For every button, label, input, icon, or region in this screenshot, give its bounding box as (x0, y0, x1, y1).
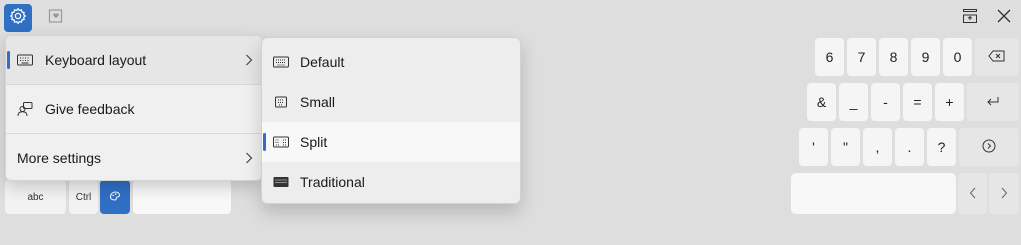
enter-icon (986, 94, 1000, 110)
menu-item-give-feedback[interactable]: Give feedback (6, 85, 262, 133)
key-8[interactable]: 8 (879, 38, 908, 76)
selection-indicator (263, 133, 266, 151)
ctrl-key-label: Ctrl (75, 191, 92, 203)
cursor-right-key[interactable] (989, 173, 1019, 214)
key-0[interactable]: 0 (943, 38, 972, 76)
selection-indicator (7, 51, 10, 69)
close-icon (996, 8, 1012, 29)
dock-top-icon (961, 7, 979, 30)
key-label: _ (849, 94, 858, 110)
emoji-key[interactable] (100, 180, 130, 214)
key-label: 8 (889, 49, 898, 65)
menu-item-more-settings[interactable]: More settings (6, 134, 262, 180)
key-6[interactable]: 6 (815, 38, 844, 76)
cursor-left-key[interactable] (958, 173, 987, 214)
submenu-item-label: Small (300, 94, 336, 110)
chevron-right-icon (1000, 186, 1008, 202)
abc-key-label: abc (27, 191, 44, 203)
keyboard-traditional-icon (273, 176, 289, 188)
key-ampersand[interactable]: & (807, 83, 836, 121)
key-underscore[interactable]: _ (839, 83, 868, 121)
menu-item-label: Keyboard layout (45, 52, 147, 68)
key-label: & (816, 94, 827, 110)
keyboard-default-icon (273, 56, 289, 68)
key-label: = (913, 94, 922, 110)
submenu-item-split[interactable]: Split (262, 122, 520, 162)
favorites-button[interactable] (42, 4, 70, 32)
dock-button[interactable] (955, 4, 985, 32)
key-label: + (945, 94, 954, 110)
menu-item-label: More settings (17, 150, 102, 166)
enter-key[interactable] (967, 83, 1019, 121)
keyboard-small-icon (273, 96, 289, 108)
keyboard-icon (17, 52, 33, 68)
chevron-right-icon (244, 152, 254, 164)
submenu-item-label: Traditional (300, 174, 365, 190)
chevron-left-icon (969, 186, 977, 202)
key-label: ' (812, 139, 815, 155)
submenu-item-traditional[interactable]: Traditional (262, 162, 520, 202)
submenu-item-label: Default (300, 54, 345, 70)
heart-card-icon (47, 7, 65, 30)
settings-button[interactable] (4, 4, 32, 32)
gear-icon (9, 7, 27, 30)
backspace-key[interactable] (975, 38, 1019, 76)
keyboard-layout-submenu: Default Small Split Traditional (261, 37, 521, 204)
feedback-person-icon (17, 101, 33, 117)
key-period[interactable]: . (895, 128, 924, 166)
abc-key[interactable]: abc (5, 180, 66, 214)
next-key[interactable] (959, 128, 1019, 166)
space-key-left[interactable] (133, 180, 231, 214)
key-minus[interactable]: - (871, 83, 900, 121)
key-quote[interactable]: " (831, 128, 860, 166)
key-label: 9 (921, 49, 930, 65)
chevron-right-icon (244, 54, 254, 66)
key-7[interactable]: 7 (847, 38, 876, 76)
key-label: " (843, 139, 848, 155)
space-key[interactable] (791, 173, 956, 214)
close-button[interactable] (989, 4, 1019, 32)
key-comma[interactable]: , (863, 128, 892, 166)
menu-item-label: Give feedback (45, 101, 135, 117)
backspace-icon (988, 49, 1006, 65)
key-plus[interactable]: + (935, 83, 964, 121)
key-label: - (883, 94, 888, 110)
settings-menu: Keyboard layout Give feedback More setti… (5, 35, 263, 181)
submenu-item-default[interactable]: Default (262, 42, 520, 82)
submenu-item-label: Split (300, 134, 328, 150)
key-label: , (875, 139, 880, 155)
key-label: ? (937, 139, 946, 155)
key-apostrophe[interactable]: ' (799, 128, 828, 166)
key-question[interactable]: ? (927, 128, 956, 166)
key-label: . (907, 139, 912, 155)
emoji-palette-icon (108, 189, 122, 206)
submenu-item-small[interactable]: Small (262, 82, 520, 122)
circle-arrow-right-icon (982, 139, 996, 156)
key-label: 0 (953, 49, 962, 65)
ctrl-key[interactable]: Ctrl (69, 180, 98, 214)
key-9[interactable]: 9 (911, 38, 940, 76)
menu-item-keyboard-layout[interactable]: Keyboard layout (6, 36, 262, 84)
key-label: 6 (825, 49, 834, 65)
keyboard-split-icon (273, 136, 289, 148)
key-equals[interactable]: = (903, 83, 932, 121)
key-label: 7 (857, 49, 866, 65)
